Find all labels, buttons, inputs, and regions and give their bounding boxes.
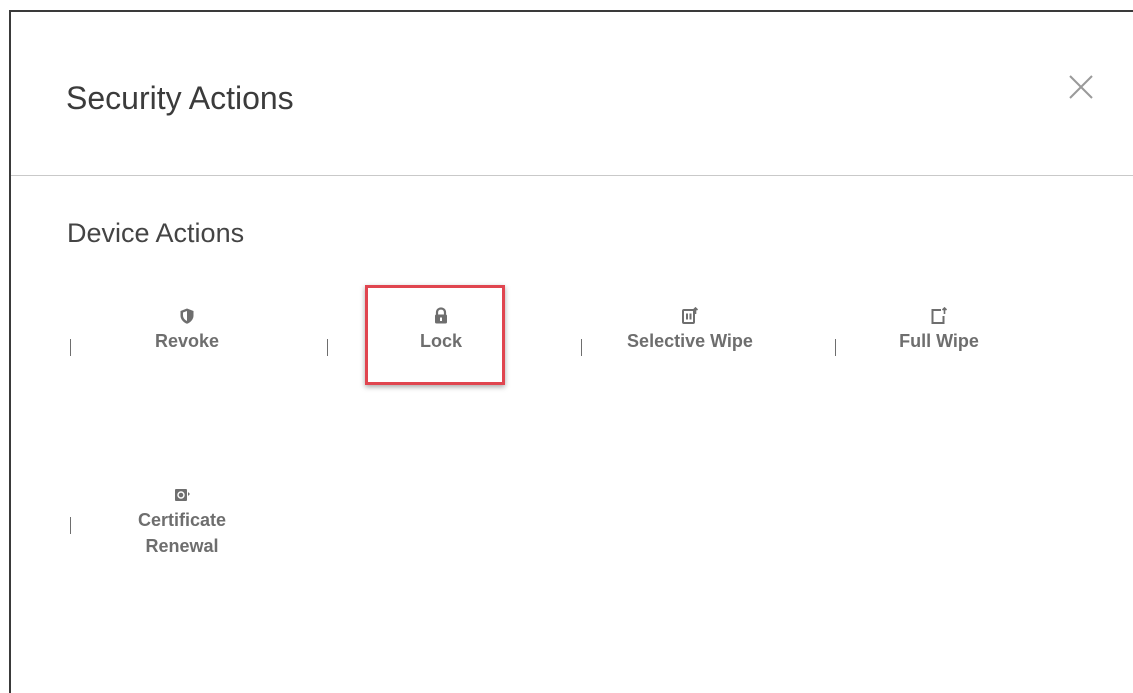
certificate-renewal-label-line1: Certificate <box>137 510 227 530</box>
full-wipe-action[interactable]: Full Wipe <box>879 307 999 354</box>
selective-wipe-icon <box>682 307 699 324</box>
certificate-renewal-icon <box>175 489 190 501</box>
section-title-device-actions: Device Actions <box>67 218 245 248</box>
certificate-renewal-label: Certificate Renewal <box>117 507 247 559</box>
header-divider <box>11 175 1133 176</box>
full-wipe-icon <box>931 307 948 324</box>
close-icon <box>1069 75 1093 99</box>
separator <box>835 339 836 356</box>
separator <box>581 339 582 356</box>
full-wipe-label: Full Wipe <box>899 331 979 351</box>
certificate-renewal-action[interactable]: Certificate Renewal <box>117 486 247 559</box>
certificate-renewal-label-line2: Renewal <box>145 536 219 556</box>
security-actions-dialog: Security Actions Device Actions Revoke L… <box>9 10 1133 693</box>
revoke-action[interactable]: Revoke <box>127 307 247 354</box>
close-button[interactable] <box>1064 70 1098 104</box>
shield-icon <box>180 308 194 324</box>
lock-highlight-box <box>365 285 505 385</box>
revoke-label: Revoke <box>154 331 220 351</box>
separator <box>70 339 71 356</box>
dialog-title: Security Actions <box>66 80 294 116</box>
selective-wipe-action[interactable]: Selective Wipe <box>605 307 775 354</box>
separator <box>327 339 328 356</box>
separator <box>70 517 71 534</box>
selective-wipe-label: Selective Wipe <box>627 331 753 351</box>
